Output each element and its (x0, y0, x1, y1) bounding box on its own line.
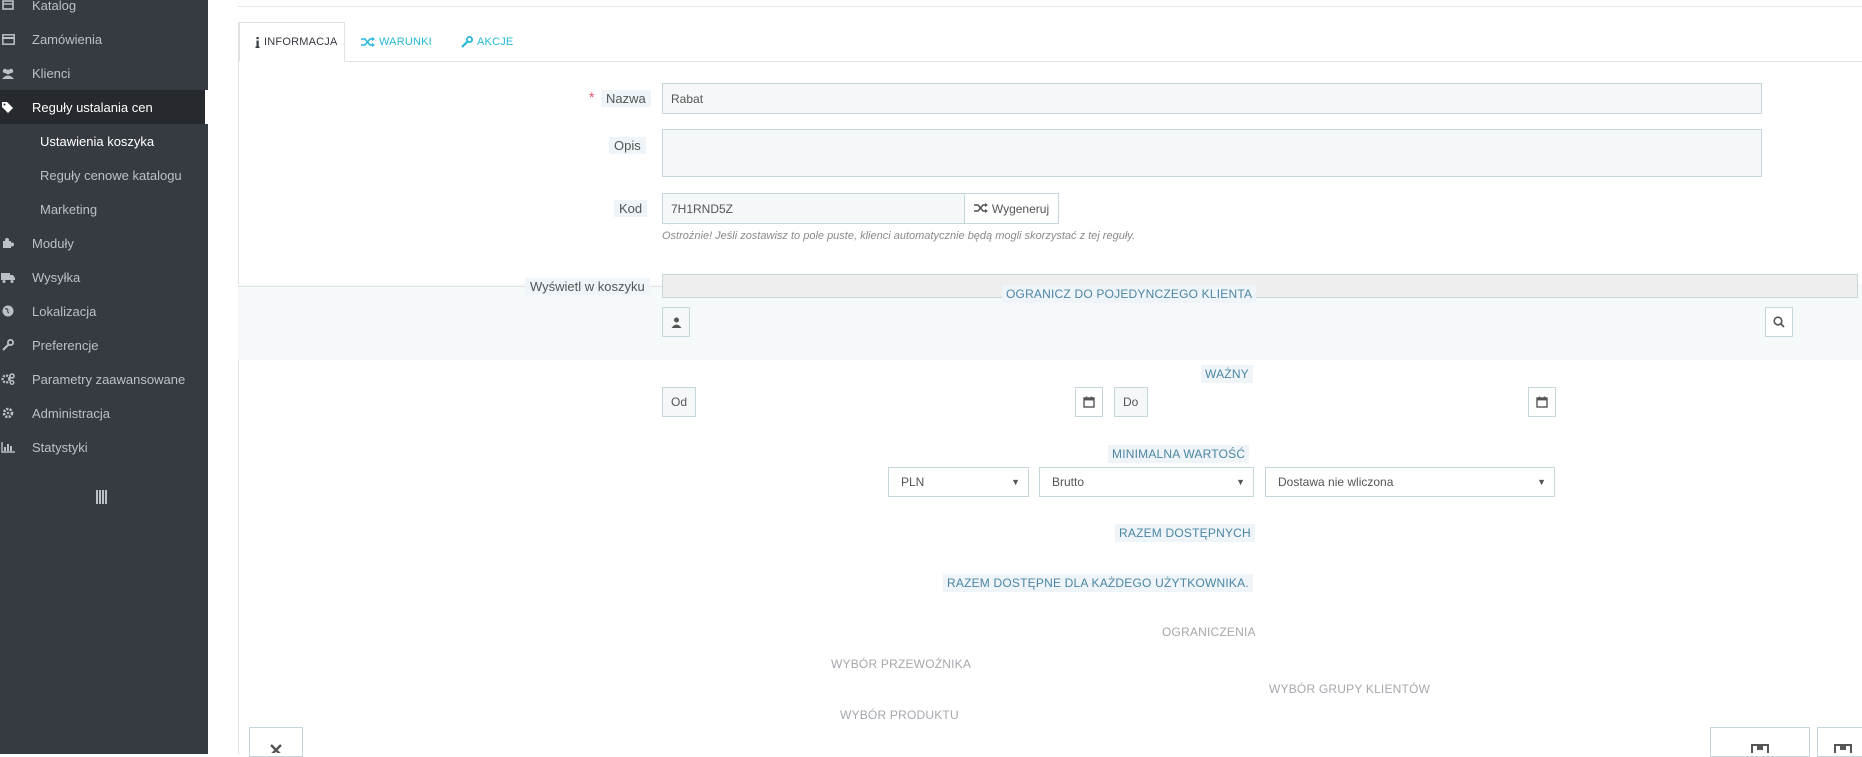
sidebar-item-wysylka[interactable]: Wysyłka (0, 260, 208, 294)
search-icon[interactable] (1765, 307, 1793, 337)
bar-chart-icon (1, 441, 15, 453)
sidebar-item-label: Administracja (32, 405, 111, 421)
save-button[interactable] (1710, 727, 1810, 757)
sidebar-item-label: Statystyki (32, 439, 88, 455)
tab-warunki[interactable]: WARUNKI (361, 22, 451, 62)
wrench-icon (1, 339, 15, 351)
sidebar-item-label: Lokalizacja (32, 303, 97, 319)
divider (238, 22, 239, 754)
date-to-input[interactable]: Do (1114, 387, 1148, 417)
total-per-user-heading: RAZEM DOSTĘPNE DLA KAŻDEGO UŻYTKOWNIKA. (943, 574, 1253, 592)
tab-label: AKCJE (477, 36, 514, 48)
shipping-select-value: Dostawa nie wliczona (1278, 475, 1394, 489)
sidebar-item-klienci[interactable]: Klienci (0, 56, 208, 90)
customer-search-input[interactable] (690, 307, 1765, 337)
code-input[interactable]: 7H1RND5Z (662, 193, 965, 224)
sidebar-item-regulyustalaniacen[interactable]: Reguły ustalania cen (0, 90, 208, 124)
random-icon (973, 202, 988, 216)
name-input-value: Rabat (671, 91, 704, 106)
tags-icon (1, 101, 15, 113)
date-from-placeholder: Od (671, 395, 688, 409)
date-from-input[interactable]: Od (662, 387, 696, 417)
truck-icon (1, 272, 15, 283)
wrench-icon (461, 36, 473, 48)
sidebar-item-label: Klienci (32, 65, 71, 81)
sidebar-item-parametryzaawansowane[interactable]: Parametry zaawansowane (0, 362, 208, 396)
code-input-value: 7H1RND5Z (671, 201, 734, 216)
sidebar-item-lokalizacja[interactable]: Lokalizacja (0, 294, 208, 328)
tab-label: WARUNKI (379, 36, 432, 48)
generate-button-label: Wygeneruj (991, 201, 1050, 216)
description-textarea[interactable] (662, 129, 1762, 177)
sidebar-subitem-label: Marketing (40, 201, 98, 217)
tax-select[interactable]: Brutto ▼ (1039, 467, 1254, 497)
sidebar-item-label: Katalog (32, 0, 77, 13)
restrictions-heading: OGRANICZENIA (1162, 625, 1256, 639)
show-in-cart-label: Wyświetl w koszyku (525, 278, 650, 295)
code-label: Kod (614, 200, 648, 217)
random-icon (361, 37, 375, 47)
currency-select[interactable]: PLN ▼ (888, 467, 1029, 497)
sidebar-item-preferencje[interactable]: Preferencje (0, 328, 208, 362)
sidebar-subitem-label: Reguły cenowe katalogu (40, 167, 182, 183)
sidebar: Katalog Zamówienia Klienci Reguły ustala… (0, 0, 208, 754)
puzzle-icon (1, 237, 15, 249)
users-icon (1, 68, 15, 79)
sidebar-item-katalog[interactable]: Katalog (0, 0, 208, 22)
sidebar-item-label: Parametry zaawansowane (32, 371, 186, 387)
product-selection-heading: WYBÓR PRODUKTU (840, 708, 959, 722)
gear-icon (1, 407, 15, 419)
description-label: Opis (609, 137, 646, 154)
sidebar-item-administracja[interactable]: Administracja (0, 396, 208, 430)
credit-card-icon (1, 33, 15, 45)
show-in-cart-toggle[interactable] (662, 274, 1858, 298)
valid-heading: WAŻNY (1201, 365, 1253, 383)
sidebar-item-statystyki[interactable]: Statystyki (0, 430, 208, 464)
generate-button[interactable]: Wygeneruj (964, 193, 1059, 224)
sidebar-item-label: Zamówienia (32, 31, 103, 47)
sidebar-collapse-icon[interactable] (96, 490, 108, 504)
min-value-heading: MINIMALNA WARTOŚĆ (1108, 445, 1250, 463)
globe-icon (1, 305, 15, 317)
calendar-icon[interactable] (1075, 387, 1103, 417)
carrier-selection-heading: WYBÓR PRZEWOŹNIKA (831, 657, 972, 671)
caret-down-icon: ▼ (1537, 477, 1546, 487)
cancel-button[interactable] (249, 727, 303, 757)
catalog-icon (1, 0, 15, 11)
cogs-icon (1, 373, 15, 385)
customer-group-selection-heading: WYBÓR GRUPY KLIENTÓW (1269, 682, 1431, 696)
save-and-stay-button[interactable] (1817, 727, 1862, 757)
caret-down-icon: ▼ (1011, 477, 1020, 487)
tax-select-value: Brutto (1052, 475, 1085, 489)
name-input[interactable]: Rabat (662, 83, 1762, 114)
currency-select-value: PLN (901, 475, 925, 489)
sidebar-item-label: Wysyłka (32, 269, 81, 285)
sidebar-item-label: Preferencje (32, 337, 99, 353)
tab-label: INFORMACJA (264, 36, 338, 48)
total-available-heading: RAZEM DOSTĘPNYCH (1115, 524, 1255, 542)
divider (238, 6, 1862, 7)
caret-down-icon: ▼ (1236, 477, 1245, 487)
sidebar-item-moduly[interactable]: Moduły (0, 226, 208, 260)
sidebar-subitem-regulycenowekatalogu[interactable]: Reguły cenowe katalogu (40, 158, 182, 192)
main-panel: INFORMACJA WARUNKI AKCJE * Nazwa Rabat O… (238, 0, 1862, 757)
limit-single-customer-heading: OGRANICZ DO POJEDYNCZEGO KLIENTA (1002, 285, 1257, 303)
sidebar-subitem-marketing[interactable]: Marketing (40, 192, 97, 226)
calendar-icon[interactable] (1528, 387, 1556, 417)
user-icon (662, 307, 690, 337)
info-icon (255, 36, 260, 48)
name-label: Nazwa (601, 90, 651, 107)
sidebar-subitem-ustawieniakoszyka[interactable]: Ustawienia koszyka (40, 124, 154, 158)
sidebar-item-label: Moduły (32, 235, 74, 251)
shipping-select[interactable]: Dostawa nie wliczona ▼ (1265, 467, 1555, 497)
tab-akcje[interactable]: AKCJE (461, 22, 531, 62)
code-help-text: Ostrożnie! Jeśli zostawisz to pole puste… (662, 230, 1135, 242)
sidebar-item-zamowienia[interactable]: Zamówienia (0, 22, 208, 56)
required-marker: * (589, 89, 595, 105)
date-to-placeholder: Do (1123, 395, 1139, 409)
tab-informacja[interactable]: INFORMACJA (239, 22, 345, 62)
sidebar-subitem-label: Ustawienia koszyka (40, 133, 155, 149)
sidebar-item-label: Reguły ustalania cen (32, 99, 153, 115)
